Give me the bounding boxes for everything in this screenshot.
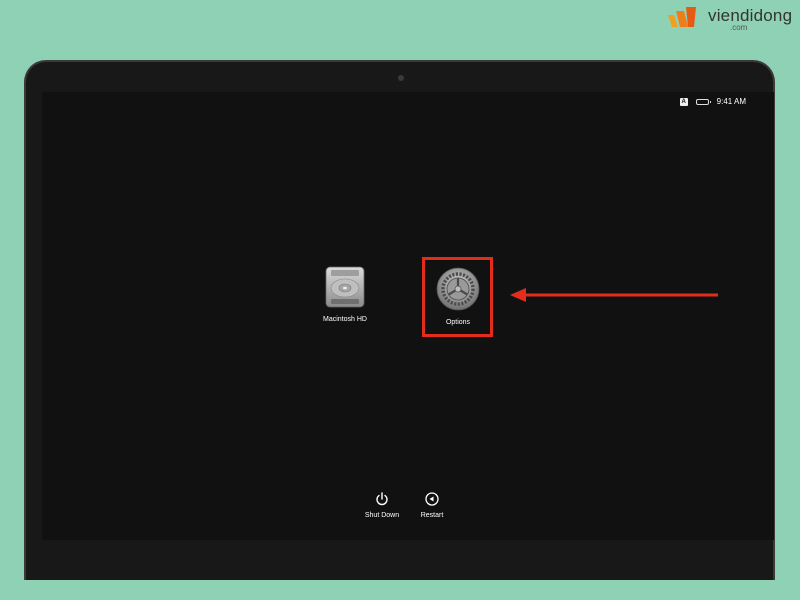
- pointer-arrow-icon: [510, 288, 718, 302]
- shut-down-label: Shut Down: [364, 512, 400, 519]
- watermark-sub: .com: [730, 23, 748, 32]
- recovery-screen: A 9:41 AM Macintosh HD Options Shut Down…: [42, 92, 774, 540]
- watermark-brand: viendidong: [708, 6, 793, 25]
- restart-label: Restart: [420, 512, 444, 519]
- power-icon: [376, 492, 388, 506]
- restart-button[interactable]: Restart: [414, 492, 450, 519]
- shut-down-button[interactable]: Shut Down: [362, 492, 402, 519]
- clock: 9:41 AM: [716, 97, 746, 106]
- viendidong-logo-icon: [668, 7, 696, 27]
- camera-icon: [398, 75, 404, 81]
- hard-drive-icon: [325, 266, 365, 308]
- macintosh-hd-volume[interactable]: Macintosh HD: [320, 266, 370, 323]
- status-bar: A 9:41 AM: [679, 97, 746, 106]
- highlight-box: [422, 257, 493, 337]
- volume-label: Macintosh HD: [323, 316, 367, 323]
- battery-icon: [695, 98, 711, 105]
- keyboard-input-icon[interactable]: A: [679, 97, 688, 106]
- restart-icon: [425, 492, 439, 506]
